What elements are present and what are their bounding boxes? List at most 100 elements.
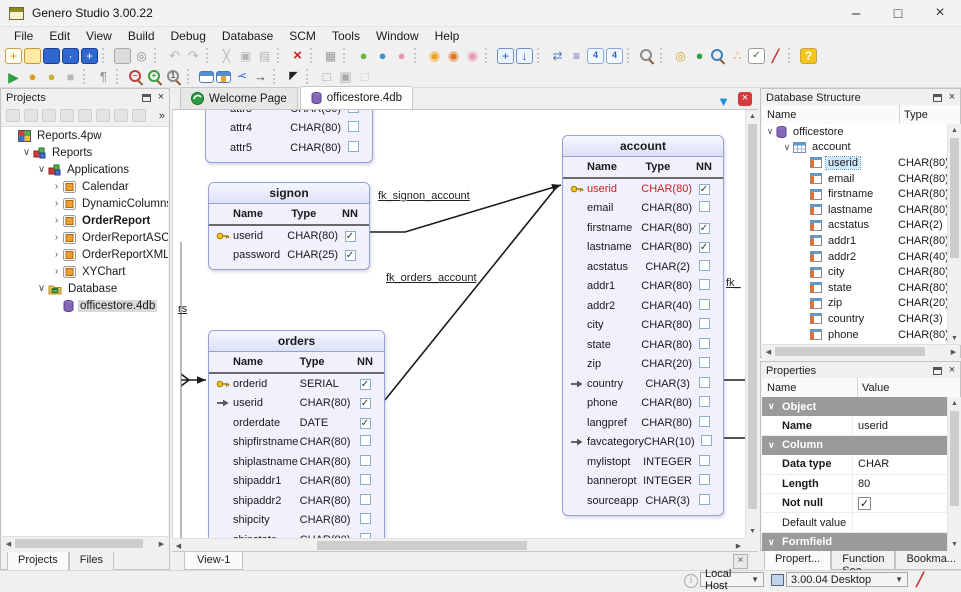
not-null-checkbox[interactable] bbox=[360, 379, 371, 390]
redo-icon[interactable]: ↷ bbox=[185, 48, 202, 64]
project-item-database[interactable]: ∨Database bbox=[2, 280, 168, 297]
er-table-title[interactable]: orders bbox=[209, 331, 384, 352]
er-column-sourceapp[interactable]: sourceappCHAR(3) bbox=[563, 491, 723, 511]
not-null-checkbox[interactable] bbox=[348, 141, 359, 152]
er-column-favcategory[interactable]: favcategoryCHAR(10) bbox=[563, 433, 723, 453]
clean-icon[interactable]: ● bbox=[393, 48, 410, 64]
section-collapse-icon[interactable]: ∨ bbox=[768, 440, 782, 451]
file-4gl-icon[interactable]: 4 bbox=[587, 48, 604, 64]
project-item-reports.4pw[interactable]: Reports.4pw bbox=[2, 127, 168, 144]
welcome-home-icon[interactable]: ● bbox=[691, 48, 708, 64]
not-null-checkbox[interactable] bbox=[348, 121, 359, 132]
project-item-applications[interactable]: ∨Applications bbox=[2, 161, 168, 178]
er-column-shipaddr1[interactable]: shipaddr1CHAR(80) bbox=[209, 472, 384, 492]
print-preview-icon[interactable]: ◎ bbox=[133, 48, 150, 64]
tree-expander-icon[interactable]: › bbox=[50, 198, 63, 209]
not-null-checkbox[interactable] bbox=[348, 110, 359, 113]
er-column-lastname[interactable]: lastnameCHAR(80) bbox=[563, 238, 723, 258]
er-column-langpref[interactable]: langprefCHAR(80) bbox=[563, 413, 723, 433]
er-column-attr3[interactable]: attr3CHAR(80) bbox=[206, 110, 372, 119]
db-item-country[interactable]: countryCHAR(3) bbox=[762, 311, 947, 327]
new-project-icon[interactable] bbox=[6, 109, 20, 122]
not-null-checkbox[interactable] bbox=[699, 416, 710, 427]
add-directory-icon[interactable] bbox=[24, 109, 38, 122]
project-settings-icon[interactable] bbox=[96, 109, 110, 122]
er-column-password[interactable]: passwordCHAR(25) bbox=[209, 246, 369, 266]
er-column-city[interactable]: cityCHAR(80) bbox=[563, 316, 723, 336]
cut-icon[interactable]: ╳ bbox=[218, 48, 235, 64]
zoom-in-icon[interactable]: + bbox=[147, 69, 164, 85]
file-4gl-genero-icon[interactable]: 4 bbox=[606, 48, 623, 64]
project-item-orderreportxml[interactable]: ›OrderReportXML bbox=[2, 246, 168, 263]
db-item-city[interactable]: cityCHAR(80) bbox=[762, 264, 947, 280]
new-group-icon[interactable] bbox=[78, 109, 92, 122]
er-column-attr4[interactable]: attr4CHAR(80) bbox=[206, 119, 372, 139]
er-column-orderid[interactable]: orderidSERIAL bbox=[209, 374, 384, 394]
property-row-length[interactable]: Length80 bbox=[762, 475, 947, 494]
menu-tools[interactable]: Tools bbox=[324, 27, 368, 45]
configure-wrench-icon[interactable]: ╱ bbox=[767, 48, 784, 64]
property-section-object[interactable]: ∨Object bbox=[762, 397, 947, 416]
menu-file[interactable]: File bbox=[6, 27, 41, 45]
compile-icon[interactable]: ● bbox=[355, 48, 372, 64]
info-icon[interactable]: i bbox=[684, 574, 698, 588]
er-column-addr2[interactable]: addr2CHAR(40) bbox=[563, 296, 723, 316]
undo-icon[interactable]: ↶ bbox=[166, 48, 183, 64]
tab-officestore-4db[interactable]: officestore.4db bbox=[300, 86, 413, 109]
not-null-checkbox[interactable] bbox=[360, 513, 371, 524]
float-panel-icon[interactable] bbox=[142, 94, 151, 102]
projects-hscrollbar[interactable] bbox=[2, 536, 168, 550]
db-structure-hscrollbar[interactable] bbox=[762, 344, 960, 358]
filter-triangle-icon[interactable] bbox=[717, 94, 730, 109]
project-item-calendar[interactable]: ›Calendar bbox=[2, 178, 168, 195]
not-null-checkbox[interactable] bbox=[699, 260, 710, 271]
db-structure-vscrollbar[interactable] bbox=[947, 124, 961, 345]
er-column-userid[interactable]: useridCHAR(80) bbox=[209, 394, 384, 414]
relation-line-fk_orders_account[interactable] bbox=[385, 189, 555, 400]
not-null-checkbox[interactable] bbox=[360, 533, 371, 538]
not-null-checkbox[interactable] bbox=[360, 455, 371, 466]
file-compare-icon[interactable]: ⇄ bbox=[549, 48, 566, 64]
db-item-state[interactable]: stateCHAR(80) bbox=[762, 280, 947, 296]
section-collapse-icon[interactable]: ∨ bbox=[768, 537, 782, 548]
find-in-files-icon[interactable] bbox=[639, 48, 656, 64]
er-table-attrs[interactable]: attr3CHAR(80)attr4CHAR(80)attr5CHAR(80) bbox=[205, 110, 373, 163]
project-item-orderreport[interactable]: ›OrderReport bbox=[2, 212, 168, 229]
float-panel-icon[interactable] bbox=[933, 94, 942, 102]
new-relation-icon[interactable]: -< bbox=[233, 69, 250, 85]
er-column-state[interactable]: stateCHAR(80) bbox=[563, 335, 723, 355]
environment-selector[interactable]: 3.00.04 Desktop bbox=[786, 572, 908, 587]
rebuild-all-icon[interactable]: ◉ bbox=[445, 48, 462, 64]
run-icon[interactable]: ▶ bbox=[5, 69, 22, 85]
db-item-addr1[interactable]: addr1CHAR(80) bbox=[762, 233, 947, 249]
paste-icon[interactable]: ▤ bbox=[256, 48, 273, 64]
er-table-account[interactable]: accountNameTypeNNuseridCHAR(80)emailCHAR… bbox=[562, 135, 724, 516]
minimize-button[interactable] bbox=[835, 0, 877, 26]
project-item-dynamiccolumnstable[interactable]: ›DynamicColumnsTable bbox=[2, 195, 168, 212]
er-column-shipcity[interactable]: shipcityCHAR(80) bbox=[209, 511, 384, 531]
zoom-out-icon[interactable]: − bbox=[128, 69, 145, 85]
configure-wrench-icon[interactable] bbox=[913, 572, 927, 587]
er-column-mylistopt[interactable]: mylistoptINTEGER bbox=[563, 452, 723, 472]
tree-expander-icon[interactable]: ∨ bbox=[764, 126, 776, 137]
float-panel-icon[interactable] bbox=[933, 367, 942, 375]
tree-expander-icon[interactable]: › bbox=[50, 249, 63, 260]
property-value[interactable] bbox=[852, 513, 947, 531]
not-null-checkbox[interactable] bbox=[360, 398, 371, 409]
menu-view[interactable]: View bbox=[78, 27, 120, 45]
view-tab[interactable]: View-1 bbox=[184, 552, 243, 570]
not-null-checkbox[interactable] bbox=[699, 184, 710, 195]
save-icon[interactable] bbox=[43, 48, 60, 64]
build-all-icon[interactable]: ◉ bbox=[426, 48, 443, 64]
not-null-checkbox[interactable] bbox=[858, 497, 871, 510]
menu-window[interactable]: Window bbox=[368, 27, 427, 45]
not-null-checkbox[interactable] bbox=[699, 357, 710, 368]
copy-icon[interactable]: ▣ bbox=[237, 48, 254, 64]
new-column-icon[interactable] bbox=[216, 71, 231, 83]
not-null-checkbox[interactable] bbox=[699, 455, 710, 466]
canvas-hscrollbar[interactable] bbox=[172, 538, 745, 552]
property-row-data-type[interactable]: Data typeCHAR bbox=[762, 455, 947, 474]
properties-vscrollbar[interactable] bbox=[947, 397, 961, 551]
db-item-officestore[interactable]: ∨officestore bbox=[762, 124, 947, 140]
not-null-checkbox[interactable] bbox=[699, 242, 710, 253]
